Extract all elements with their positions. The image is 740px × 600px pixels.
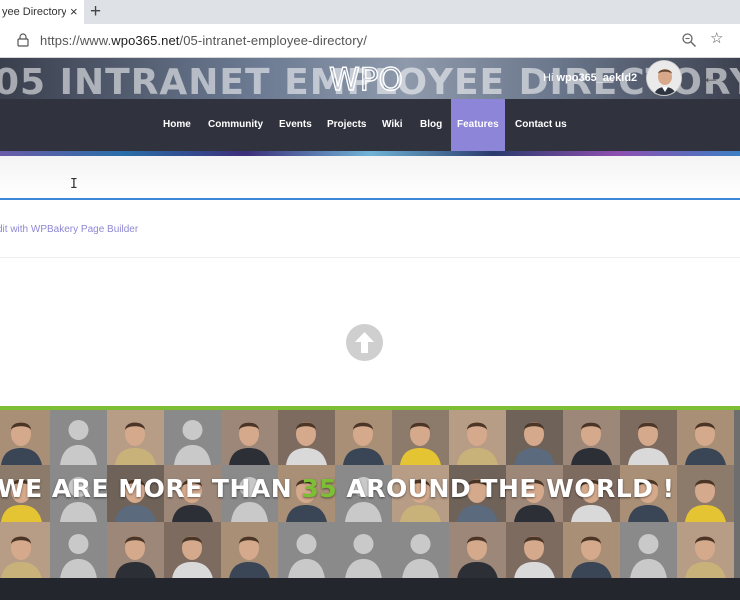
employee-placeholder-icon[interactable]: [278, 522, 335, 578]
user-greeting: Hi wpo365_aekld2: [543, 72, 637, 84]
employee-photo[interactable]: [449, 522, 506, 578]
employee-count-tagline: WE ARE MORE THAN 35 AROUND THE WORLD !: [0, 474, 675, 503]
nav-item-features[interactable]: Features: [451, 99, 505, 151]
employee-photo[interactable]: [677, 465, 734, 522]
tab-close-icon[interactable]: ×: [70, 4, 78, 20]
employee-placeholder-icon[interactable]: [50, 410, 107, 465]
greeting-prefix: Hi: [543, 72, 557, 84]
page-footer: [0, 578, 740, 600]
employee-photo[interactable]: [221, 522, 278, 578]
employee-count: 35: [301, 474, 338, 503]
tab-title: yee Directory –: [2, 6, 66, 18]
employee-photo[interactable]: [620, 410, 677, 465]
employee-photo[interactable]: [278, 410, 335, 465]
arrow-up-icon: [355, 332, 374, 353]
scroll-to-top-button[interactable]: [346, 324, 383, 361]
nav-item-events[interactable]: Events: [279, 99, 312, 151]
employee-photo[interactable]: [164, 522, 221, 578]
tagline-after: AROUND THE WORLD !: [337, 474, 675, 503]
employee-photo[interactable]: [107, 522, 164, 578]
employee-photo[interactable]: [0, 522, 50, 578]
url-host: wpo365.net: [111, 33, 180, 48]
text-cursor-icon: I: [70, 177, 78, 192]
employee-photo[interactable]: [677, 522, 734, 578]
employee-photo[interactable]: [506, 522, 563, 578]
nav-item-wiki[interactable]: Wiki: [382, 99, 402, 151]
browser-tab[interactable]: yee Directory – ×: [0, 0, 84, 24]
url-text[interactable]: https://www.wpo365.net/05-intranet-emplo…: [40, 33, 367, 48]
nav-item-home[interactable]: Home: [163, 99, 191, 151]
employee-photo[interactable]: [449, 410, 506, 465]
employee-photo[interactable]: [677, 410, 734, 465]
nav-item-projects[interactable]: Projects: [327, 99, 366, 151]
employee-photo[interactable]: [221, 410, 278, 465]
employee-placeholder-icon[interactable]: [164, 410, 221, 465]
nav-item-contact-us[interactable]: Contact us: [515, 99, 567, 151]
employee-placeholder-icon[interactable]: [50, 522, 107, 578]
employee-photo[interactable]: [107, 410, 164, 465]
edit-with-wpbakery-link[interactable]: dit with WPBakery Page Builder: [0, 224, 138, 235]
star-icon[interactable]: ☆: [710, 30, 723, 48]
title-input-area[interactable]: I: [0, 156, 740, 200]
employee-placeholder-icon[interactable]: [392, 522, 449, 578]
nav-item-blog[interactable]: Blog: [420, 99, 442, 151]
username: wpo365_aekld2: [556, 72, 638, 84]
employee-photo[interactable]: [0, 410, 50, 465]
header-banner: 05 INTRANET EMPLOYEE DIRECTORY WPO Hi wp…: [0, 58, 740, 103]
wpo-logo[interactable]: WPO: [322, 62, 410, 96]
back-arrow-icon[interactable]: ←: [702, 67, 720, 87]
address-bar[interactable]: https://www.wpo365.net/05-intranet-emplo…: [0, 24, 740, 58]
employee-photo[interactable]: [335, 410, 392, 465]
user-avatar[interactable]: [646, 60, 682, 96]
content-area: [0, 259, 740, 407]
lock-icon[interactable]: [17, 33, 29, 47]
wpbakery-row: dit with WPBakery Page Builder: [0, 202, 740, 258]
employee-photo[interactable]: [563, 410, 620, 465]
employee-placeholder-icon[interactable]: [620, 522, 677, 578]
nav-item-community[interactable]: Community: [208, 99, 263, 151]
browser-tab-bar: yee Directory – × +: [0, 0, 740, 24]
employee-photo[interactable]: [506, 410, 563, 465]
employee-photo[interactable]: [392, 410, 449, 465]
url-prefix: https://www.: [40, 33, 112, 48]
main-navigation: Home Community Events Projects Wiki Blog…: [0, 99, 740, 151]
logo-text: WPO: [329, 62, 403, 96]
zoom-icon[interactable]: [681, 32, 697, 48]
site-header: 05 INTRANET EMPLOYEE DIRECTORY WPO Hi wp…: [0, 58, 740, 156]
url-path: /05-intranet-employee-directory/: [179, 33, 367, 48]
tagline-before: WE ARE MORE THAN: [0, 474, 302, 503]
employee-collage: WE ARE MORE THAN 35 AROUND THE WORLD !: [0, 410, 740, 578]
employee-placeholder-icon[interactable]: [335, 522, 392, 578]
employee-photo[interactable]: [563, 522, 620, 578]
new-tab-icon[interactable]: +: [90, 1, 101, 23]
